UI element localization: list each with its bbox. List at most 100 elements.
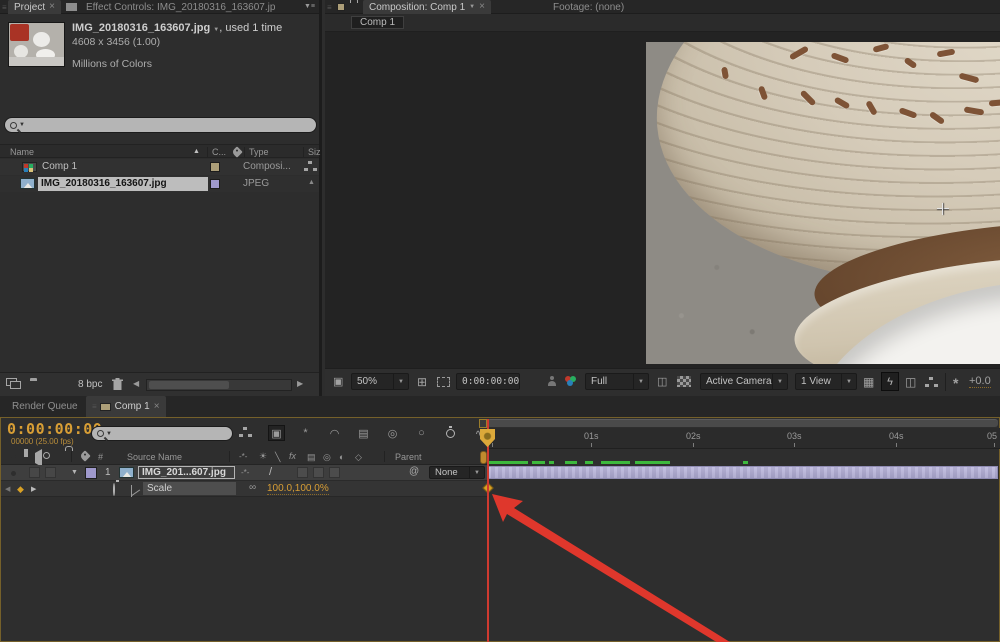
column-size[interactable]: Siz <box>308 147 321 157</box>
safe-margins-icon[interactable]: ⊞ <box>417 375 427 389</box>
source-name-column[interactable]: Source Name <box>127 452 182 462</box>
target-region-icon[interactable]: ◫ <box>657 375 667 388</box>
hide-shy-layers-icon[interactable]: ◠ <box>326 425 343 441</box>
parent-column[interactable]: Parent <box>395 452 422 462</box>
add-keyframe-icon[interactable]: ◆ <box>17 484 24 495</box>
layer-label-swatch[interactable] <box>85 467 97 479</box>
tab-close-icon[interactable]: × <box>479 2 485 12</box>
motion-blur-icon[interactable]: ◎ <box>384 425 401 441</box>
footage-dimensions: 4608 x 3456 (1.00) <box>72 36 160 48</box>
current-timecode[interactable]: 0:00:00:00 <box>7 420 102 438</box>
horizontal-scrollbar[interactable] <box>146 379 292 391</box>
label-swatch[interactable] <box>210 179 220 189</box>
frame-blending-icon[interactable]: ▤ <box>355 425 372 441</box>
scroll-right-icon[interactable]: ▶ <box>297 379 303 388</box>
column-type[interactable]: Type <box>249 147 269 157</box>
layer-3d-cell[interactable] <box>329 467 340 478</box>
footage-thumbnail[interactable] <box>8 22 65 67</box>
parent-pickwhip-icon[interactable]: @ <box>409 466 419 477</box>
layer-number-column[interactable]: # <box>98 452 103 462</box>
column-label[interactable]: C... <box>212 147 226 157</box>
work-area-left-bracket[interactable] <box>480 451 487 464</box>
tab-close-icon[interactable]: × <box>49 2 55 12</box>
layer-audio-cell[interactable] <box>29 467 40 478</box>
search-options-caret-icon[interactable]: ▼ <box>106 431 112 437</box>
project-row-name-selected: IMG_20180316_163607.jpg <box>38 177 208 191</box>
live-update-icon[interactable]: * <box>297 425 314 441</box>
trash-icon[interactable] <box>112 378 123 391</box>
layer-duration-bar[interactable] <box>487 466 998 479</box>
next-keyframe-icon[interactable]: ▶ <box>31 485 36 493</box>
prev-keyframe-icon[interactable]: ◀ <box>5 485 10 493</box>
tab-comp1-timeline[interactable]: ≡ Comp 1 × <box>86 396 166 417</box>
scroll-left-icon[interactable]: ◀ <box>133 379 139 388</box>
tab-footage[interactable]: Footage: (none) <box>547 0 630 14</box>
adjustment-layer-switch-icon: ◐ <box>339 452 344 462</box>
flowchart-icon <box>304 161 317 172</box>
region-of-interest-icon[interactable] <box>437 377 450 387</box>
preview-timecode[interactable]: 0:00:00:00 <box>456 373 520 390</box>
fast-previews-icon[interactable]: * <box>953 375 958 391</box>
brainstorm-icon[interactable]: ○ <box>413 425 430 441</box>
transparency-grid-icon[interactable] <box>677 376 691 387</box>
layer-expand-caret-icon[interactable]: ▼ <box>71 469 78 476</box>
timeline-tabbar: Render Queue ≡ Comp 1 × <box>0 396 1000 417</box>
timeline-button-icon[interactable]: ▦ <box>863 375 874 389</box>
parent-dropdown[interactable]: None ▼ <box>429 466 485 479</box>
layer-fx-cell[interactable] <box>297 467 308 478</box>
view-layout-dropdown[interactable]: 1 View ▼ <box>795 373 857 390</box>
timeline-search-input[interactable]: ▼ <box>91 426 233 441</box>
tab-project[interactable]: Project × <box>8 0 61 14</box>
flowchart-icon[interactable] <box>925 377 938 388</box>
scale-property-label[interactable]: Scale <box>143 482 236 495</box>
playhead-line[interactable] <box>487 419 489 642</box>
scale-property-row[interactable]: ◀ ◆ ▶ Scale ∞ 100.0,100.0% <box>1 481 487 497</box>
stopwatch-icon[interactable] <box>113 483 115 496</box>
quality-switch-icon: ╲ <box>275 452 280 463</box>
search-options-caret-icon[interactable]: ▼ <box>19 122 25 128</box>
pixel-aspect-correction-icon[interactable]: ◫ <box>905 375 916 389</box>
tab-caret-icon[interactable]: ▼ <box>469 4 475 10</box>
project-search-input[interactable]: ▼ <box>4 117 317 133</box>
solo-column-icon[interactable] <box>43 452 50 459</box>
scroll-up-icon[interactable]: ▲ <box>308 179 315 186</box>
scrollbar-thumb[interactable] <box>149 381 229 389</box>
layer-solo-cell[interactable] <box>45 467 56 478</box>
exposure-value[interactable]: +0.0 <box>969 375 991 388</box>
always-preview-icon[interactable]: ▣ <box>333 375 343 388</box>
layer-motion-blur-cell[interactable] <box>313 467 324 478</box>
layer-row[interactable]: ▼ 1 IMG_201...607.jpg -*- / @ None ▼ <box>1 465 487 481</box>
bit-depth-label[interactable]: 8 bpc <box>78 379 102 390</box>
label-tag-icon[interactable] <box>79 450 90 461</box>
project-column-header: Name ▲ C... Type Siz <box>0 144 319 158</box>
magnification-dropdown[interactable]: 50% ▼ <box>351 373 409 390</box>
comp-flowchart-button-icon[interactable]: ϟ <box>881 372 899 391</box>
work-area-start-handle[interactable] <box>479 419 487 428</box>
panel-menu-icon[interactable]: ▼≡ <box>304 3 315 10</box>
label-swatch[interactable] <box>210 162 220 172</box>
column-name[interactable]: Name <box>10 147 34 157</box>
layer-collapse-switch[interactable]: -*- <box>241 468 249 477</box>
comp-tab-icon <box>337 3 345 11</box>
draft-3d-icon[interactable]: ▣ <box>268 425 285 441</box>
tab-close-icon[interactable]: × <box>154 402 160 412</box>
timeline-ruler[interactable]: 0s01s02s03s04s05 <box>487 428 1000 449</box>
scale-value[interactable]: 100.0,100.0% <box>267 483 329 495</box>
project-row-footage[interactable]: IMG_20180316_163607.jpg JPEG ▲ <box>0 176 319 192</box>
composition-viewer[interactable] <box>325 32 1000 368</box>
tab-render-queue[interactable]: Render Queue <box>12 401 78 412</box>
auto-keyframe-icon[interactable] <box>446 429 455 438</box>
layer-source-name[interactable]: IMG_201...607.jpg <box>138 466 235 479</box>
sort-ascending-icon[interactable]: ▲ <box>193 148 200 155</box>
graph-toggle-icon[interactable] <box>131 485 132 497</box>
project-row-comp1[interactable]: Comp 1 Composi... <box>0 159 319 175</box>
tab-composition[interactable]: Composition: Comp 1 ▼ × <box>363 0 491 14</box>
resolution-dropdown[interactable]: Full ▼ <box>585 373 649 390</box>
comp-mini-flowchart-icon[interactable] <box>239 425 256 441</box>
breadcrumb[interactable]: Comp 1 <box>351 16 404 29</box>
active-camera-dropdown[interactable]: Active Camera ▼ <box>700 373 788 390</box>
layer-quality-switch[interactable]: / <box>269 466 272 478</box>
work-area-bar[interactable] <box>487 419 998 427</box>
tab-effect-controls[interactable]: Effect Controls: IMG_20180316_163607.jp <box>80 0 281 14</box>
constrain-proportions-icon[interactable]: ∞ <box>249 482 256 493</box>
